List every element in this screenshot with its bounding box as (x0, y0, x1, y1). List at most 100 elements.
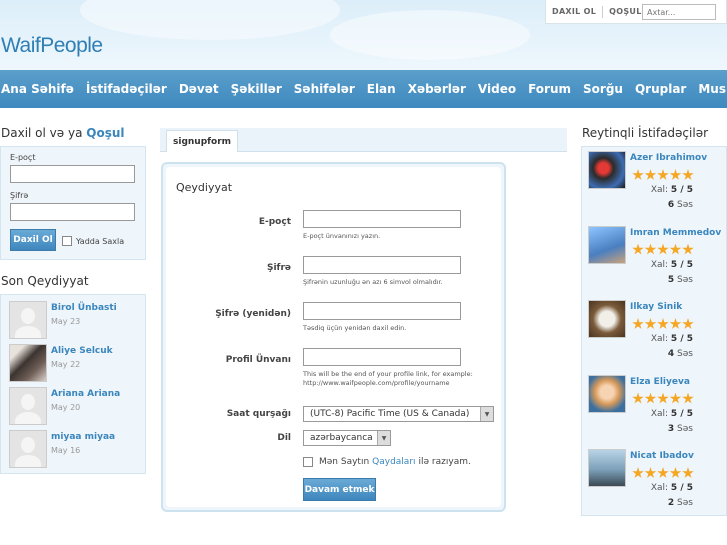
nav-item-home[interactable]: Ana Səhifə (0, 82, 80, 96)
member-name[interactable]: Elza Eliyeva (630, 377, 690, 387)
score-value: 5 / 5 (670, 408, 693, 419)
avatar[interactable] (588, 151, 626, 189)
votes-label: Səs (677, 349, 693, 359)
join-link[interactable]: QOŞUL (603, 7, 647, 16)
password-hint: Şifrənin uzunluğu ən azı 6 simvol olmalı… (303, 278, 443, 286)
member-name[interactable]: Azer Ibrahimov (630, 153, 707, 163)
nav-item-news[interactable]: Xəbərlər (408, 82, 472, 96)
remember-me[interactable]: Yadda Saxla (62, 236, 124, 246)
language-label: Dil (277, 433, 291, 443)
member-name[interactable]: Nicat Ibadov (630, 451, 694, 461)
nav-item-ads[interactable]: Elan (367, 82, 402, 96)
content-tabs: signupform (160, 128, 567, 152)
nav-item-groups[interactable]: Qruplar (635, 82, 692, 96)
avatar[interactable] (588, 374, 626, 413)
main-nav: Ana Səhifə İstifadəçilər Dəvət Şəkillər … (0, 70, 727, 108)
star-icon (657, 318, 669, 329)
star-icon (682, 467, 694, 478)
list-item[interactable]: miyaa miyaa May 16 (9, 430, 145, 473)
tab-signupform[interactable]: signupform (166, 130, 239, 152)
chevron-down-icon[interactable]: ▼ (480, 407, 493, 421)
avatar[interactable] (588, 300, 626, 338)
member-name[interactable]: Birol Ünbasti (51, 303, 117, 313)
star-icon (669, 467, 682, 478)
recent-registrations: Birol Ünbasti May 23 Aliye Selcuk May 22 A… (0, 294, 146, 474)
site-logo[interactable]: WaifPeople (1, 34, 103, 58)
votes-value: 5 (667, 274, 675, 285)
member-name[interactable]: Aliye Selcuk (51, 346, 113, 356)
avatar[interactable] (588, 449, 626, 487)
vote-count: 3 Səs (668, 424, 693, 434)
signup-form: Qeydiyyat E-poçt E-poçt ünvanınızı yazın… (161, 162, 506, 512)
nav-item-polls[interactable]: Sorğu (583, 82, 629, 96)
avatar[interactable] (9, 301, 47, 339)
profile-url-field[interactable] (303, 348, 461, 366)
list-item[interactable]: Ariana Ariana May 20 (9, 387, 145, 430)
member-name[interactable]: miyaa miyaa (51, 432, 115, 442)
nav-item-users[interactable]: İstifadəçilər (86, 82, 173, 96)
rating-score: Xal: 5 / 5 (651, 409, 693, 419)
list-item[interactable]: Nicat Ibadov Xal: 5 / 5 2 Səs (588, 449, 726, 524)
votes-label: Səs (677, 274, 693, 285)
list-item[interactable]: Ilkay Sinik Xal: 5 / 5 4 Səs (588, 300, 726, 375)
member-date: May 16 (51, 446, 81, 455)
star-icon (682, 169, 694, 180)
vote-count: 6 Səs (668, 200, 693, 210)
avatar[interactable] (9, 430, 47, 468)
login-email-input[interactable] (10, 165, 135, 183)
nav-item-video[interactable]: Video (478, 82, 522, 96)
avatar[interactable] (9, 344, 47, 382)
member-name[interactable]: Imran Memmedov (630, 228, 721, 238)
star-icon (657, 467, 669, 478)
member-date: May 23 (51, 317, 81, 326)
member-name[interactable]: Ilkay Sinik (630, 302, 682, 312)
signup-submit-button[interactable]: Davam etmek (303, 478, 376, 501)
email-field[interactable] (303, 210, 461, 228)
timezone-value: (UTC-8) Pacific Time (US & Canada) (310, 409, 470, 419)
timezone-select[interactable]: (UTC-8) Pacific Time (US & Canada) ▼ (303, 406, 494, 422)
list-item[interactable]: Elza Eliyeva Xal: 5 / 5 3 Səs (588, 374, 726, 450)
star-icon (632, 467, 644, 478)
list-item[interactable]: Azer Ibrahimov Xal: 5 / 5 6 Səs (588, 151, 726, 226)
password-confirm-field[interactable] (303, 302, 461, 320)
terms-link[interactable]: Qaydaları (372, 457, 415, 467)
votes-value: 2 (667, 498, 675, 508)
score-label: Xal: (650, 185, 669, 195)
login-button[interactable]: Daxil Ol (10, 229, 56, 251)
password-field[interactable] (303, 256, 461, 274)
votes-label: Səs (677, 498, 693, 508)
star-icon (669, 169, 682, 180)
rated-users: Azer Ibrahimov Xal: 5 / 5 6 Səs Imran Me… (581, 146, 727, 516)
list-item[interactable]: Imran Memmedov Xal: 5 / 5 5 Səs (588, 225, 726, 301)
list-item[interactable]: Birol Ünbasti May 23 (9, 301, 145, 344)
login-title-text: Daxil ol və ya (1, 126, 83, 140)
rating-stars (632, 318, 695, 330)
score-label: Xal: (650, 408, 669, 419)
nav-item-invite[interactable]: Dəvət (179, 82, 225, 96)
nav-item-music[interactable]: Musiqi (698, 82, 727, 96)
language-select[interactable]: azərbaycanca ▼ (303, 430, 391, 446)
star-icon (644, 467, 657, 478)
avatar[interactable] (9, 387, 47, 425)
vote-count: 4 Səs (668, 349, 693, 359)
chevron-down-icon[interactable]: ▼ (377, 431, 390, 445)
member-name[interactable]: Ariana Ariana (51, 389, 120, 399)
star-icon (669, 318, 682, 329)
star-icon (682, 243, 694, 255)
nav-item-pages[interactable]: Səhifələr (294, 82, 361, 96)
list-item[interactable]: Aliye Selcuk May 22 (9, 344, 145, 387)
email-hint: E-poçt ünvanınızı yazın. (303, 232, 381, 240)
score-value: 5 / 5 (670, 334, 693, 344)
join-title-link[interactable]: Qoşul (86, 126, 124, 140)
terms-suffix: ilə razıyam. (418, 457, 471, 467)
member-date: May 20 (51, 403, 81, 412)
nav-item-photos[interactable]: Şəkillər (231, 82, 288, 96)
login-link[interactable]: DAXIL OL (546, 7, 602, 16)
avatar[interactable] (588, 225, 626, 264)
nav-item-forum[interactable]: Forum (528, 82, 577, 96)
terms-checkbox[interactable] (303, 457, 313, 467)
remember-checkbox[interactable] (62, 236, 72, 246)
search-input[interactable] (642, 4, 716, 20)
login-password-input[interactable] (10, 203, 135, 221)
score-value: 5 / 5 (670, 259, 693, 270)
